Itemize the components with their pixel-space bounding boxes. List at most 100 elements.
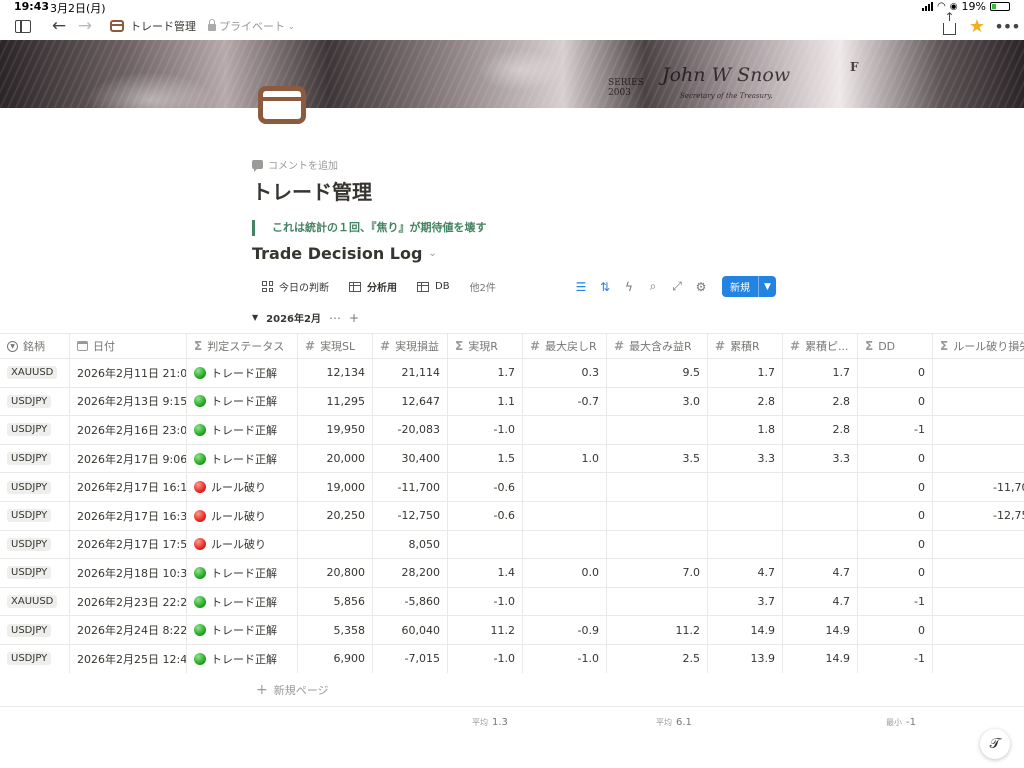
r-cell[interactable]: 1.4: [448, 559, 523, 587]
rule-loss-cell[interactable]: -12,75: [933, 502, 1024, 530]
cum-r-cell[interactable]: 1.7: [708, 359, 783, 387]
cum-r-cell[interactable]: [708, 530, 783, 559]
date-cell[interactable]: 2026年2月24日 8:22: [70, 616, 187, 644]
rule-loss-cell[interactable]: [933, 388, 1024, 416]
search-icon[interactable]: ⌕: [646, 279, 660, 294]
rule-loss-cell[interactable]: [933, 559, 1024, 587]
status-cell[interactable]: トレード正解: [187, 416, 298, 444]
rule-loss-cell[interactable]: [933, 416, 1024, 444]
more-views-button[interactable]: 他2件: [470, 279, 496, 294]
max-gain-cell[interactable]: [607, 587, 708, 616]
r-cell[interactable]: -0.6: [448, 501, 523, 530]
table-row[interactable]: USDJPY 2026年2月24日 8:22 トレード正解 5,358 60,0…: [0, 616, 1024, 645]
column-header[interactable]: 日付: [70, 334, 187, 358]
collapse-triangle-icon[interactable]: ▼: [252, 313, 258, 322]
status-cell[interactable]: トレード正解: [187, 587, 298, 616]
cum-r-cell[interactable]: 3.3: [708, 444, 783, 473]
cum-r-cell[interactable]: 14.9: [708, 616, 783, 644]
date-cell[interactable]: 2026年2月16日 23:03: [70, 416, 187, 444]
sl-cell[interactable]: 20,800: [298, 559, 373, 587]
table-row[interactable]: USDJPY 2026年2月17日 16:34 ルール破り 20,250 -12…: [0, 501, 1024, 531]
tab-analysis[interactable]: 分析用: [349, 279, 397, 294]
column-header[interactable]: Σ 判定ステータス: [187, 334, 298, 358]
pair-cell[interactable]: XAUUSD: [0, 587, 70, 616]
group-header[interactable]: ▼ 2026年2月 ⋯ +: [252, 310, 359, 326]
dd-cell[interactable]: 0: [858, 530, 933, 559]
calc-min-dd[interactable]: 最小 -1: [886, 717, 916, 728]
max-back-cell[interactable]: 0.3: [523, 359, 607, 387]
dd-cell[interactable]: 0: [858, 473, 933, 501]
date-cell[interactable]: 2026年2月17日 16:17: [70, 473, 187, 501]
max-gain-cell[interactable]: 7.0: [607, 559, 708, 587]
tab-today[interactable]: 今日の判断: [262, 279, 329, 294]
pair-cell[interactable]: USDJPY: [0, 444, 70, 473]
column-header[interactable]: # 最大含み益R: [607, 334, 708, 358]
page-icon[interactable]: [258, 86, 306, 124]
breadcrumb-page[interactable]: トレード管理: [130, 18, 196, 34]
dd-cell[interactable]: 0: [858, 444, 933, 473]
table-row[interactable]: USDJPY 2026年2月18日 10:33 トレード正解 20,800 28…: [0, 559, 1024, 588]
date-cell[interactable]: 2026年2月18日 10:33: [70, 559, 187, 587]
pnl-cell[interactable]: 12,647: [373, 387, 448, 416]
table-row[interactable]: USDJPY 2026年2月16日 23:03 トレード正解 19,950 -2…: [0, 416, 1024, 445]
expand-icon[interactable]: ⤢: [670, 279, 684, 294]
r-cell[interactable]: -1.0: [448, 416, 523, 444]
column-header[interactable]: # 累積R: [708, 334, 783, 358]
status-cell[interactable]: トレード正解: [187, 644, 298, 673]
status-cell[interactable]: ルール破り: [187, 501, 298, 530]
pair-cell[interactable]: USDJPY: [0, 616, 70, 644]
assistant-icon[interactable]: 𝒯: [980, 729, 1010, 759]
sidebar-toggle-icon[interactable]: [12, 15, 34, 37]
date-cell[interactable]: 2026年2月23日 22:25: [70, 587, 187, 616]
pnl-cell[interactable]: -12,750: [373, 501, 448, 530]
cum-peak-cell[interactable]: 14.9: [783, 644, 858, 673]
max-back-cell[interactable]: [523, 416, 607, 444]
cum-peak-cell[interactable]: [783, 473, 858, 501]
new-record-button[interactable]: 新規 ▼: [722, 276, 776, 297]
r-cell[interactable]: [448, 530, 523, 559]
date-cell[interactable]: 2026年2月11日 21:04: [70, 359, 187, 387]
sl-cell[interactable]: 11,295: [298, 387, 373, 416]
r-cell[interactable]: -0.6: [448, 473, 523, 501]
date-cell[interactable]: 2026年2月13日 9:15: [70, 387, 187, 416]
sl-cell[interactable]: 5,856: [298, 587, 373, 616]
pair-cell[interactable]: USDJPY: [0, 473, 70, 501]
sl-cell[interactable]: 5,358: [298, 616, 373, 644]
pair-cell[interactable]: USDJPY: [0, 559, 70, 587]
sl-cell[interactable]: 20,250: [298, 501, 373, 530]
dd-cell[interactable]: -1: [858, 644, 933, 673]
sl-cell[interactable]: 19,950: [298, 416, 373, 444]
share-icon[interactable]: [938, 10, 960, 37]
cum-r-cell[interactable]: [708, 501, 783, 530]
column-header[interactable]: Σ ルール破り損失: [933, 334, 1024, 358]
column-header[interactable]: # 実現SL: [298, 334, 373, 358]
max-gain-cell[interactable]: [607, 501, 708, 530]
tab-db[interactable]: DB: [417, 281, 450, 292]
cum-peak-cell[interactable]: 1.7: [783, 359, 858, 387]
more-options-icon[interactable]: •••: [994, 15, 1020, 37]
rule-loss-cell[interactable]: -11,70: [933, 473, 1024, 501]
sl-cell[interactable]: [298, 530, 373, 559]
max-gain-cell[interactable]: [607, 473, 708, 501]
dd-cell[interactable]: 0: [858, 359, 933, 387]
pair-cell[interactable]: USDJPY: [0, 501, 70, 530]
cum-peak-cell[interactable]: 3.3: [783, 444, 858, 473]
pnl-cell[interactable]: 21,114: [373, 359, 448, 387]
dd-cell[interactable]: 0: [858, 616, 933, 644]
database-title[interactable]: Trade Decision Log ⌄: [252, 244, 437, 263]
cover-image[interactable]: SERIES 2003 John W Snow Secretary of the…: [0, 40, 1024, 108]
add-comment-button[interactable]: コメントを追加: [252, 157, 338, 172]
r-cell[interactable]: -1.0: [448, 587, 523, 616]
dd-cell[interactable]: 0: [858, 501, 933, 530]
column-header[interactable]: # 実現損益: [373, 334, 448, 358]
sl-cell[interactable]: 20,000: [298, 444, 373, 473]
max-back-cell[interactable]: 0.0: [523, 559, 607, 587]
date-cell[interactable]: 2026年2月17日 16:34: [70, 501, 187, 530]
table-row[interactable]: USDJPY 2026年2月17日 17:59 ルール破り 8,050 0: [0, 530, 1024, 560]
dd-cell[interactable]: -1: [858, 587, 933, 616]
cum-peak-cell[interactable]: 14.9: [783, 616, 858, 644]
date-cell[interactable]: 2026年2月17日 17:59: [70, 530, 187, 559]
dd-cell[interactable]: 0: [858, 387, 933, 416]
sort-icon[interactable]: ⇅: [598, 280, 612, 294]
pnl-cell[interactable]: 8,050: [373, 530, 448, 559]
